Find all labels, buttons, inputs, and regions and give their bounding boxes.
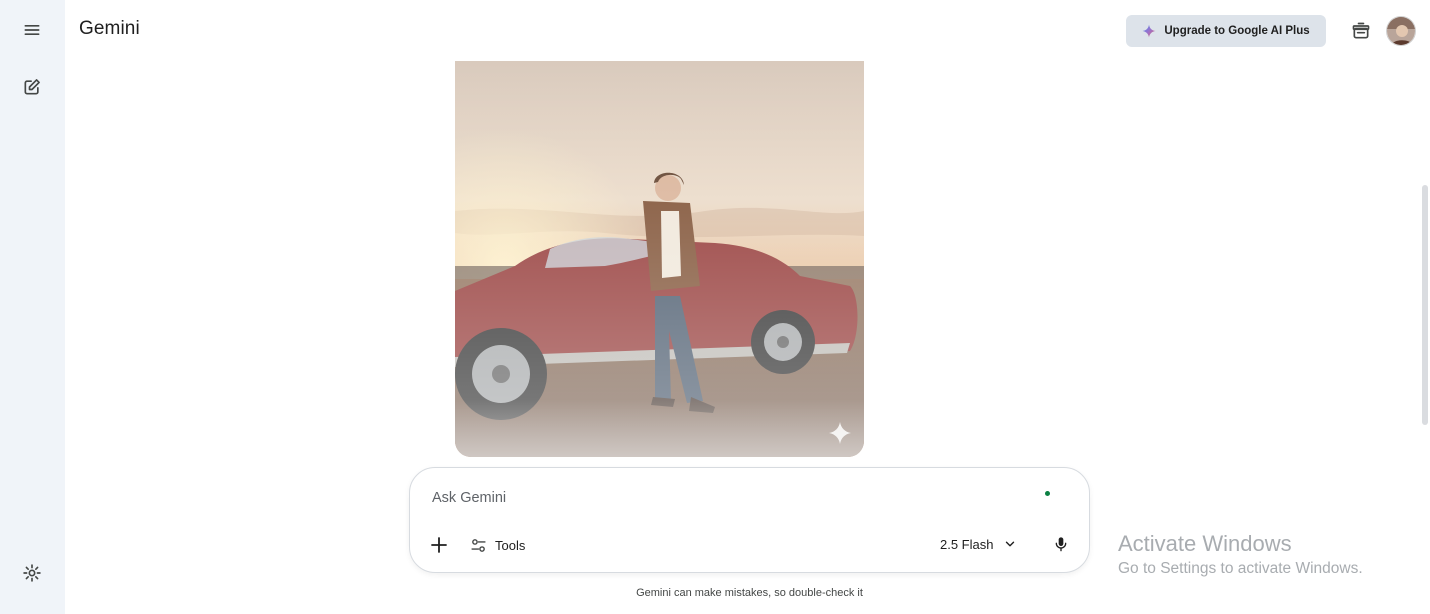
microphone-button[interactable] bbox=[1048, 530, 1074, 558]
tools-icon bbox=[471, 538, 486, 552]
main-menu-button[interactable] bbox=[16, 14, 48, 46]
app-title[interactable]: Gemini bbox=[79, 18, 140, 40]
watermark-subtitle: Go to Settings to activate Windows. bbox=[1118, 560, 1363, 577]
settings-button[interactable] bbox=[16, 557, 48, 589]
windows-activation-watermark: Activate Windows Go to Settings to activ… bbox=[1118, 530, 1363, 580]
avatar[interactable] bbox=[1386, 16, 1416, 46]
scrollbar[interactable] bbox=[1422, 185, 1428, 425]
add-attachment-button[interactable] bbox=[426, 532, 452, 558]
microphone-icon bbox=[1055, 537, 1067, 552]
watermark-title: Activate Windows bbox=[1118, 531, 1292, 556]
new-chat-button[interactable] bbox=[16, 71, 48, 103]
gift-icon bbox=[1352, 22, 1370, 39]
tools-button[interactable]: Tools bbox=[470, 532, 525, 558]
prompt-input[interactable]: Ask Gemini bbox=[432, 490, 1022, 506]
sidebar bbox=[0, 0, 65, 614]
tools-label: Tools bbox=[495, 537, 526, 553]
generated-image-photo bbox=[455, 61, 864, 457]
avatar-photo bbox=[1387, 17, 1415, 45]
gift-button[interactable] bbox=[1348, 18, 1374, 44]
prompt-composer: Ask Gemini Tools 2.5 Flash bbox=[409, 467, 1090, 573]
plus-icon bbox=[431, 537, 447, 553]
new-chat-icon bbox=[24, 79, 40, 95]
chevron-down-icon bbox=[1006, 541, 1015, 547]
settings-icon bbox=[23, 564, 41, 582]
upgrade-button[interactable]: Upgrade to Google AI Plus bbox=[1126, 15, 1326, 47]
status-dot bbox=[1045, 491, 1050, 496]
model-selector[interactable]: 2.5 Flash bbox=[940, 530, 1017, 558]
menu-icon bbox=[24, 25, 40, 36]
disclaimer-text: Gemini can make mistakes, so double-chec… bbox=[636, 587, 863, 599]
generated-image[interactable] bbox=[455, 61, 864, 457]
model-label: 2.5 Flash bbox=[940, 536, 994, 552]
upgrade-label: Upgrade to Google AI Plus bbox=[1164, 25, 1310, 37]
gemini-sparkle-icon bbox=[1142, 24, 1156, 38]
